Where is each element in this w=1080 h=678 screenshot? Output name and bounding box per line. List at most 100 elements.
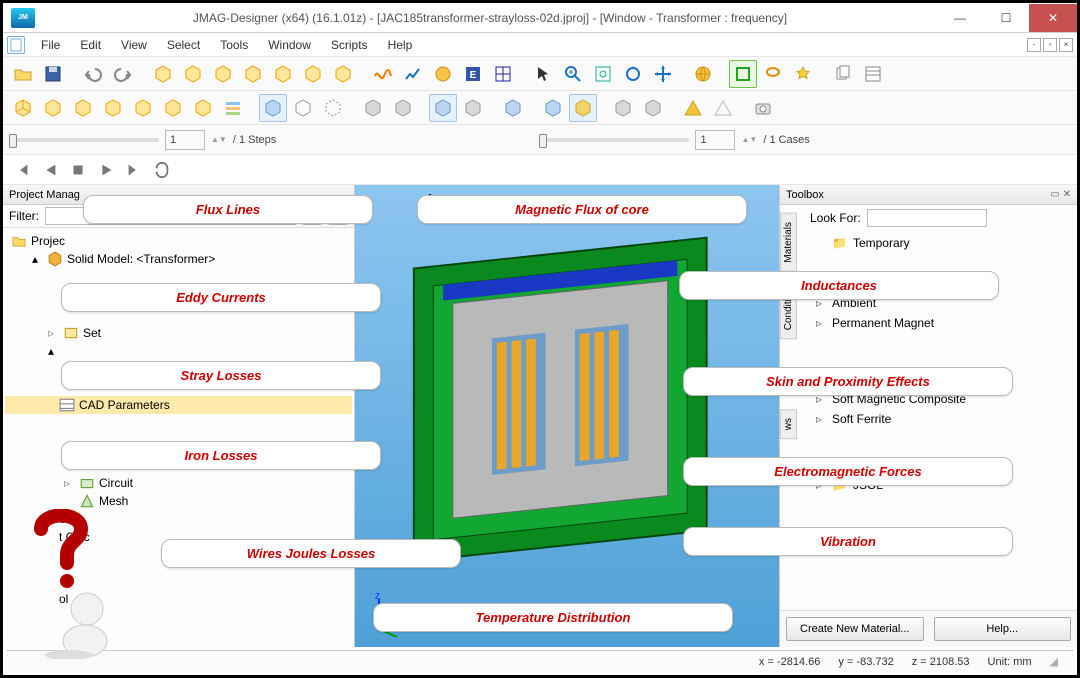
globe-icon[interactable]: [689, 60, 717, 88]
render-yellow-icon[interactable]: [569, 94, 597, 122]
copy-icon[interactable]: [829, 60, 857, 88]
svg-text:Z: Z: [375, 592, 380, 601]
cube-icon[interactable]: [329, 60, 357, 88]
list-item[interactable]: Permanent Magnet: [832, 316, 934, 330]
mdi-close[interactable]: ×: [1059, 38, 1073, 52]
script-e-icon[interactable]: E: [459, 60, 487, 88]
cases-label: / 1 Cases: [763, 134, 809, 146]
mdi-restore[interactable]: ▫: [1043, 38, 1057, 52]
viewport-3d[interactable]: 1 Z X: [355, 185, 779, 647]
menu-scripts[interactable]: Scripts: [323, 36, 376, 54]
help-button[interactable]: Help...: [934, 617, 1072, 641]
select-lasso-icon[interactable]: [759, 60, 787, 88]
lookfor-input[interactable]: [867, 209, 987, 227]
star-plus-icon[interactable]: [789, 60, 817, 88]
rotate-icon[interactable]: [619, 60, 647, 88]
callout: Eddy Currents: [61, 283, 381, 312]
shade-wire-icon[interactable]: [289, 94, 317, 122]
save-icon[interactable]: [39, 60, 67, 88]
light-blue-icon[interactable]: [499, 94, 527, 122]
new-doc-icon[interactable]: [7, 36, 25, 54]
create-material-button[interactable]: Create New Material...: [786, 617, 924, 641]
shade-hidden-icon[interactable]: [319, 94, 347, 122]
render-grey-icon[interactable]: [639, 94, 667, 122]
open-icon[interactable]: [9, 60, 37, 88]
camera-icon[interactable]: [749, 94, 777, 122]
tree-root[interactable]: Projec: [31, 234, 65, 248]
menu-help[interactable]: Help: [380, 36, 421, 54]
mesh-blue-icon[interactable]: [429, 94, 457, 122]
zoom-plus-icon[interactable]: [559, 60, 587, 88]
lookfor-label: Look For:: [810, 211, 861, 225]
view-top-icon[interactable]: [99, 94, 127, 122]
steps-value[interactable]: 1: [165, 130, 205, 150]
arrow-cursor-icon[interactable]: [529, 60, 557, 88]
pan-icon[interactable]: [649, 60, 677, 88]
minimize-button[interactable]: —: [937, 4, 983, 32]
view-back-icon[interactable]: [159, 94, 187, 122]
stop-icon[interactable]: [65, 158, 91, 182]
shade-grey-icon[interactable]: [389, 94, 417, 122]
cube-icon[interactable]: [209, 60, 237, 88]
undo-icon[interactable]: [79, 60, 107, 88]
redo-icon[interactable]: [109, 60, 137, 88]
cube-icon[interactable]: [269, 60, 297, 88]
shade-grey-icon[interactable]: [359, 94, 387, 122]
tree-circuit[interactable]: Circuit: [99, 476, 133, 490]
resize-grip-icon[interactable]: ◢: [1050, 655, 1058, 668]
properties-icon[interactable]: [859, 60, 887, 88]
view-iso-icon[interactable]: [9, 94, 37, 122]
mdi-controls: - ▫ ×: [1027, 38, 1073, 52]
callout: Vibration: [683, 527, 1013, 556]
maximize-button[interactable]: ☐: [983, 4, 1029, 32]
render-grey-icon[interactable]: [609, 94, 637, 122]
tree-cad-params[interactable]: CAD Parameters: [79, 398, 170, 412]
list-item[interactable]: Soft Ferrite: [832, 412, 891, 426]
menu-select[interactable]: Select: [159, 36, 208, 54]
render-blue-icon[interactable]: [539, 94, 567, 122]
shade-solid-icon[interactable]: [259, 94, 287, 122]
list-item[interactable]: Temporary: [853, 236, 910, 250]
menu-file[interactable]: File: [33, 36, 68, 54]
select-rect-icon[interactable]: [729, 60, 757, 88]
view-left-icon[interactable]: [129, 94, 157, 122]
toolbar-views: [3, 91, 1077, 125]
close-button[interactable]: ✕: [1029, 4, 1077, 32]
dock-icon[interactable]: ▭ ✕: [1050, 189, 1071, 200]
chart-icon[interactable]: [399, 60, 427, 88]
menu-edit[interactable]: Edit: [72, 36, 109, 54]
palette-icon[interactable]: [429, 60, 457, 88]
last-icon[interactable]: [121, 158, 147, 182]
play-icon[interactable]: [93, 158, 119, 182]
cases-slider[interactable]: [539, 138, 689, 142]
steps-slider[interactable]: [9, 138, 159, 142]
tree-set[interactable]: Set: [83, 326, 101, 340]
loop-icon[interactable]: [149, 158, 175, 182]
cube-wire-icon[interactable]: [299, 60, 327, 88]
wave-icon[interactable]: [369, 60, 397, 88]
triangle-outline-icon[interactable]: [709, 94, 737, 122]
view-list-icon[interactable]: [219, 94, 247, 122]
grid-icon[interactable]: [489, 60, 517, 88]
view-bottom-icon[interactable]: [189, 94, 217, 122]
mdi-minimize[interactable]: -: [1027, 38, 1041, 52]
cube-icon[interactable]: [149, 60, 177, 88]
warn-triangle-icon[interactable]: [679, 94, 707, 122]
view-right-icon[interactable]: [69, 94, 97, 122]
cube-icon[interactable]: [239, 60, 267, 88]
first-icon[interactable]: [9, 158, 35, 182]
cube-icon[interactable]: [179, 60, 207, 88]
cases-value[interactable]: 1: [695, 130, 735, 150]
callout: Temperature Distribution: [373, 603, 733, 632]
tree-solid-model[interactable]: Solid Model: <Transformer>: [67, 252, 215, 266]
menu-window[interactable]: Window: [260, 36, 319, 54]
tree-mesh[interactable]: Mesh: [99, 494, 128, 508]
mesh-grey-icon[interactable]: [459, 94, 487, 122]
menu-tools[interactable]: Tools: [212, 36, 256, 54]
tab-views[interactable]: ws: [780, 409, 797, 439]
view-front-icon[interactable]: [39, 94, 67, 122]
menu-view[interactable]: View: [113, 36, 155, 54]
zoom-fit-icon[interactable]: [589, 60, 617, 88]
tab-materials[interactable]: Materials: [780, 213, 797, 272]
prev-icon[interactable]: [37, 158, 63, 182]
